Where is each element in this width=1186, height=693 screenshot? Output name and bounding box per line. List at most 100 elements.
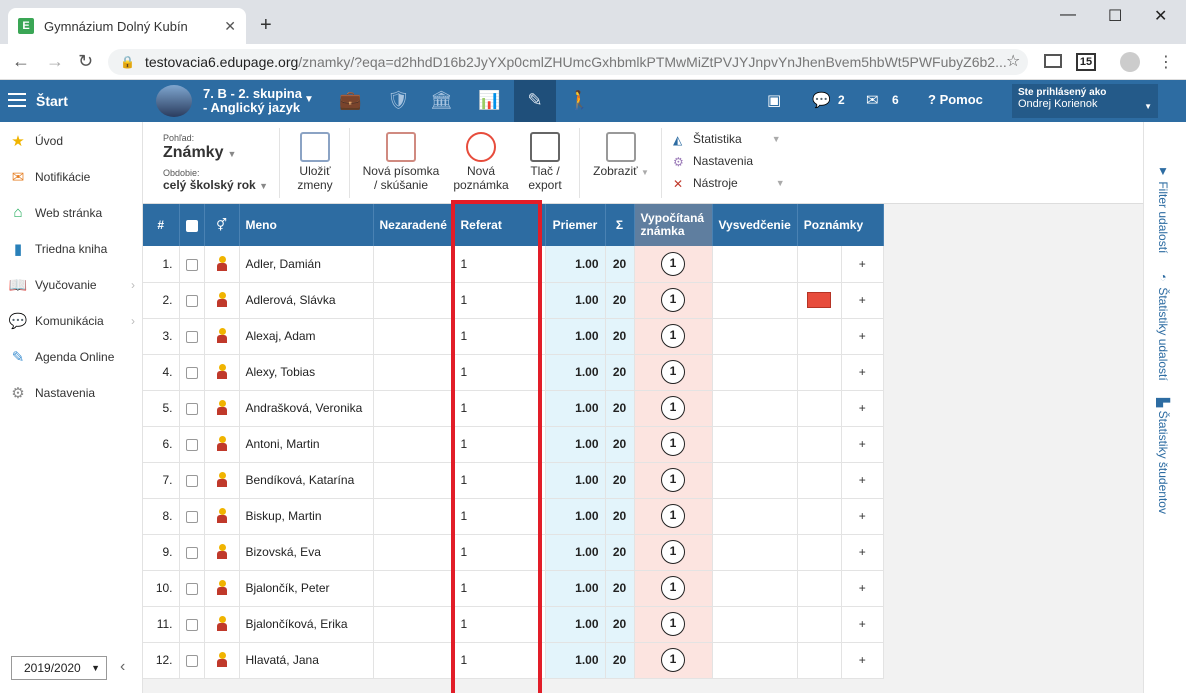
row-checkbox[interactable] (185, 402, 198, 415)
report-grade-cell[interactable] (712, 570, 798, 607)
messages-icon[interactable]: 💬 (812, 91, 831, 109)
save-button[interactable]: Uložiť zmeny (293, 132, 337, 192)
sidebar-item-agenda-online[interactable]: ✎ Agenda Online (0, 339, 143, 375)
school-year-select[interactable]: 2019/2020 ▼ (11, 656, 107, 680)
student-name[interactable]: Adlerová, Slávka (239, 282, 374, 319)
row-checkbox[interactable] (185, 366, 198, 379)
note-cell[interactable] (797, 282, 842, 319)
student-name[interactable]: Bjalončík, Peter (239, 570, 374, 607)
student-name[interactable]: Alexaj, Adam (239, 318, 374, 355)
referat-grade-cell[interactable]: 1 (454, 354, 546, 391)
report-grade-cell[interactable] (712, 282, 798, 319)
referat-grade-cell[interactable]: 1 (454, 246, 546, 283)
student-name[interactable]: Hlavatá, Jana (239, 642, 374, 679)
student-name[interactable]: Bjalončíková, Erika (239, 606, 374, 643)
user-menu[interactable]: Ste prihlásený ako Ondrej Korienok ▼ (1012, 84, 1158, 118)
student-name[interactable]: Biskup, Martin (239, 498, 374, 535)
sidebar-item-nastavenia[interactable]: ⚙ Nastavenia (0, 375, 143, 411)
add-note-button[interactable]: + (841, 570, 884, 607)
sidebar-item-komunikacia[interactable]: 💬 Komunikácia › (0, 303, 143, 339)
close-window-icon[interactable]: ✕ (1154, 6, 1167, 26)
chevron-down-icon[interactable]: ▼ (304, 94, 314, 105)
row-select[interactable] (179, 534, 205, 571)
add-note-button[interactable]: + (841, 642, 884, 679)
unassigned-cell[interactable] (373, 606, 455, 643)
unassigned-cell[interactable] (373, 318, 455, 355)
row-checkbox[interactable] (185, 294, 198, 307)
report-grade-cell[interactable] (712, 354, 798, 391)
referat-grade-cell[interactable]: 1 (454, 534, 546, 571)
sidebar-item-uvod[interactable]: ★ Úvod (0, 123, 143, 159)
referat-grade-cell[interactable]: 1 (454, 498, 546, 535)
student-name[interactable]: Bendíková, Katarína (239, 462, 374, 499)
collapse-sidebar-icon[interactable]: ‹ (120, 658, 125, 676)
add-note-button[interactable]: + (841, 498, 884, 535)
row-select[interactable] (179, 570, 205, 607)
filter-events-link[interactable]: ▼ Filter udalostí (1156, 164, 1170, 253)
row-select[interactable] (179, 282, 205, 319)
attendance-walking-icon[interactable]: 🚶 (568, 90, 590, 111)
row-checkbox[interactable] (185, 474, 198, 487)
report-grade-cell[interactable] (712, 462, 798, 499)
unassigned-cell[interactable] (373, 642, 455, 679)
unassigned-cell[interactable] (373, 534, 455, 571)
add-note-button[interactable]: + (841, 606, 884, 643)
referat-grade-cell[interactable]: 1 (454, 570, 546, 607)
note-cell[interactable] (797, 462, 842, 499)
unassigned-cell[interactable] (373, 426, 455, 463)
select-all-checkbox[interactable] (185, 219, 198, 232)
calendar-extension-icon[interactable]: 15 (1076, 53, 1096, 71)
col-header-unassigned[interactable]: Nezaradené (373, 204, 455, 246)
bar-chart-icon[interactable]: 📊 (478, 90, 500, 111)
forward-icon[interactable]: → (46, 51, 64, 72)
row-checkbox[interactable] (185, 618, 198, 631)
minimize-icon[interactable]: — (1060, 6, 1076, 24)
report-grade-cell[interactable] (712, 318, 798, 355)
sidebar-item-triedna-kniha[interactable]: ▮ Triedna kniha (0, 231, 143, 267)
row-select[interactable] (179, 462, 205, 499)
print-export-button[interactable]: Tlač / export (521, 132, 569, 192)
row-select[interactable] (179, 246, 205, 283)
referat-grade-cell[interactable]: 1 (454, 642, 546, 679)
student-name[interactable]: Andrašková, Veronika (239, 390, 374, 427)
sidebar-item-notifikacie[interactable]: ✉ Notifikácie (0, 159, 143, 195)
note-cell[interactable] (797, 606, 842, 643)
settings-menu[interactable]: ⚙ Nastavenia (673, 154, 753, 169)
screen-capture-icon[interactable] (1044, 54, 1062, 68)
col-header-gender[interactable]: ⚥ (204, 204, 240, 246)
row-checkbox[interactable] (185, 582, 198, 595)
new-note-button[interactable]: Nová poznámka (449, 132, 513, 192)
add-note-button[interactable]: + (841, 282, 884, 319)
report-grade-cell[interactable] (712, 606, 798, 643)
student-name[interactable]: Alexy, Tobias (239, 354, 374, 391)
note-cell[interactable] (797, 390, 842, 427)
unassigned-cell[interactable] (373, 498, 455, 535)
period-selector[interactable]: celý školský rok ▼ (163, 178, 268, 192)
col-header-report[interactable]: Vysvedčenie (712, 204, 798, 246)
col-header-average[interactable]: Priemer (545, 204, 606, 246)
show-button[interactable]: Zobraziť ▼ (589, 132, 653, 180)
maximize-icon[interactable]: ☐ (1108, 6, 1122, 26)
referat-grade-cell[interactable]: 1 (454, 426, 546, 463)
browser-tab[interactable]: E Gymnázium Dolný Kubín ✕ (8, 8, 246, 44)
unassigned-cell[interactable] (373, 570, 455, 607)
tab-close-icon[interactable]: ✕ (224, 18, 236, 35)
view-selector[interactable]: Pohľad: Známky ▼ Obdobie: celý školský ro… (163, 133, 268, 192)
event-stats-link[interactable]: ◔ Štatistiky udalostí (1156, 270, 1170, 381)
row-checkbox[interactable] (185, 546, 198, 559)
student-stats-link[interactable]: ▙ Štatistiky študentov (1156, 398, 1170, 514)
add-note-button[interactable]: + (841, 534, 884, 571)
note-cell[interactable] (797, 642, 842, 679)
referat-grade-cell[interactable]: 1 (454, 282, 546, 319)
col-header-calculated-grade[interactable]: Vypočítaná známka (634, 204, 713, 246)
grades-icon[interactable]: ✎ (514, 80, 556, 122)
note-cell[interactable] (797, 534, 842, 571)
add-note-button[interactable]: + (841, 318, 884, 355)
row-select[interactable] (179, 426, 205, 463)
shield-icon[interactable]: 🛡 (387, 90, 410, 111)
new-tab-icon[interactable]: + (260, 14, 272, 37)
add-note-button[interactable]: + (841, 426, 884, 463)
row-checkbox[interactable] (185, 438, 198, 451)
col-header-sum[interactable]: Σ (605, 204, 635, 246)
hamburger-menu-icon[interactable] (8, 93, 26, 107)
